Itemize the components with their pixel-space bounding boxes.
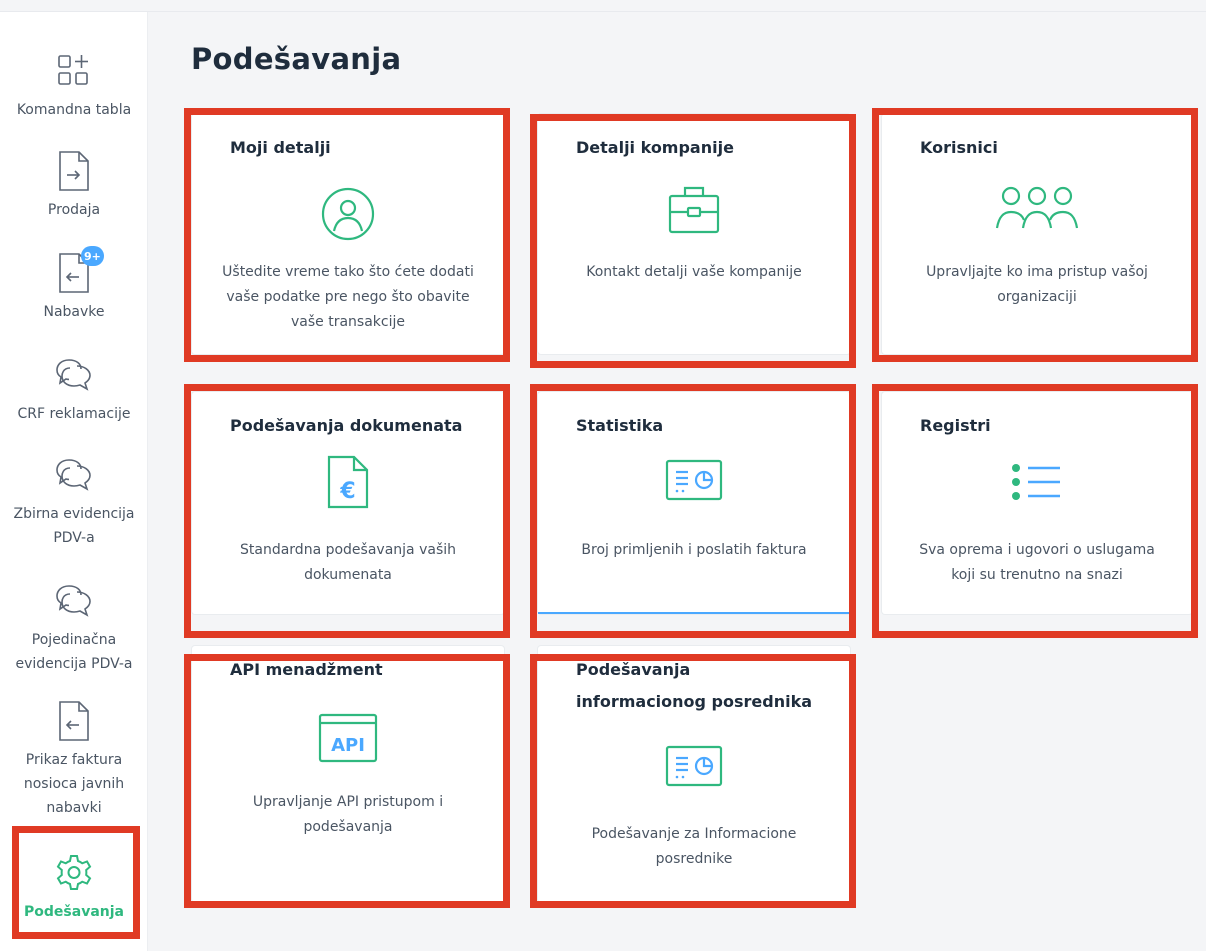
sidebar-item-label: Prodaja [47,202,101,218]
card-registri[interactable]: Registri Sva oprema i ugovori o uslugama… [882,392,1192,614]
sidebar-item-label: Pojedinačna evidencija PDV-a [15,632,133,672]
gear-icon [53,852,95,894]
card-description: Uštedite vreme tako što ćete dodati vaše… [222,264,474,330]
statistics-icon [538,458,850,502]
card-title: Moji detalji [230,138,331,157]
card-description: Kontakt detalji vaše kompanije [586,264,802,280]
chat-bubbles-icon [53,354,95,396]
briefcase-icon [538,182,850,238]
page-title: Podešavanja [191,42,402,76]
sidebar-item-nabavke[interactable]: 9+ Nabavke [0,246,148,324]
sidebar-item-prikaz-faktura[interactable]: Prikaz faktura nosioca javnih nabavki [0,700,148,820]
top-border [0,0,1206,12]
api-icon: API [192,712,504,764]
card-title: Podešavanja dokumenata [230,416,463,435]
document-in-icon: 9+ [53,246,104,294]
user-circle-icon [192,186,504,242]
sidebar-item-label: Komandna tabla [16,102,132,118]
sidebar-item-pojedinacna-evidencija[interactable]: Pojedinačna evidencija PDV-a [0,580,148,676]
card-title: API menadžment [230,660,383,679]
chat-bubbles-icon [53,580,95,622]
users-group-icon [882,184,1192,234]
sidebar-item-prodaja[interactable]: Prodaja [0,150,148,222]
card-podesavanja-dokumenata[interactable]: Podešavanja dokumenata € Standardna pode… [192,392,504,614]
card-description: Standardna podešavanja vaših dokumenata [240,542,456,583]
sidebar-item-label: Zbirna evidencija PDV-a [13,506,135,546]
svg-text:€: € [339,479,355,504]
document-out-icon [53,150,95,192]
card-statistika[interactable]: Statistika Broj primljenih i poslatih fa… [538,392,850,614]
euro-document-icon: € [192,454,504,510]
card-title: Korisnici [920,138,998,157]
card-active-underline [538,612,850,614]
sidebar-item-podesavanja[interactable]: Podešavanja [0,852,148,924]
card-description: Podešavanje za Informacione posrednike [591,826,797,867]
card-korisnici[interactable]: Korisnici Upravljajte ko ima pristup vaš… [882,114,1192,354]
api-icon-text: API [331,735,365,756]
card-moji-detalji[interactable]: Moji detalji Uštedite vreme tako što ćet… [192,114,504,354]
sidebar-item-crf-reklamacije[interactable]: CRF reklamacije [0,354,148,426]
card-api-menadzment[interactable]: API menadžment API Upravljanje API prist… [192,646,504,902]
list-icon [882,460,1192,504]
card-description: Upravljanje API pristupom i podešavanja [252,794,444,835]
document-in-icon [53,700,95,742]
dashboard-add-icon [53,50,95,92]
notification-badge: 9+ [81,246,104,266]
sidebar-item-label: Nabavke [43,304,105,320]
sidebar-item-zbirna-evidencija[interactable]: Zbirna evidencija PDV-a [0,454,148,550]
card-title: Detalji kompanije [576,138,734,157]
chat-bubbles-icon [53,454,95,496]
sidebar-item-komandna-tabla[interactable]: Komandna tabla [0,50,148,122]
card-detalji-kompanije[interactable]: Detalji kompanije Kontakt detalji vaše k… [538,114,850,354]
card-description: Broj primljenih i poslatih faktura [581,542,807,558]
card-description: Sva oprema i ugovori o uslugama koji su … [919,542,1155,583]
statistics-icon [538,744,850,788]
sidebar: Komandna tabla Prodaja 9+ Nabavke CRF re… [0,12,148,951]
sidebar-item-label: CRF reklamacije [17,406,131,422]
sidebar-item-label: Prikaz faktura nosioca javnih nabavki [23,752,125,816]
card-title: Registri [920,416,991,435]
sidebar-item-label: Podešavanja [24,904,124,920]
card-informacioni-posrednik[interactable]: Podešavanja informacionog posrednika Pod… [538,646,850,902]
card-description: Upravljajte ko ima pristup vašoj organiz… [926,264,1148,305]
card-title: Statistika [576,416,664,435]
card-title: Podešavanja informacionog posrednika [576,660,813,711]
